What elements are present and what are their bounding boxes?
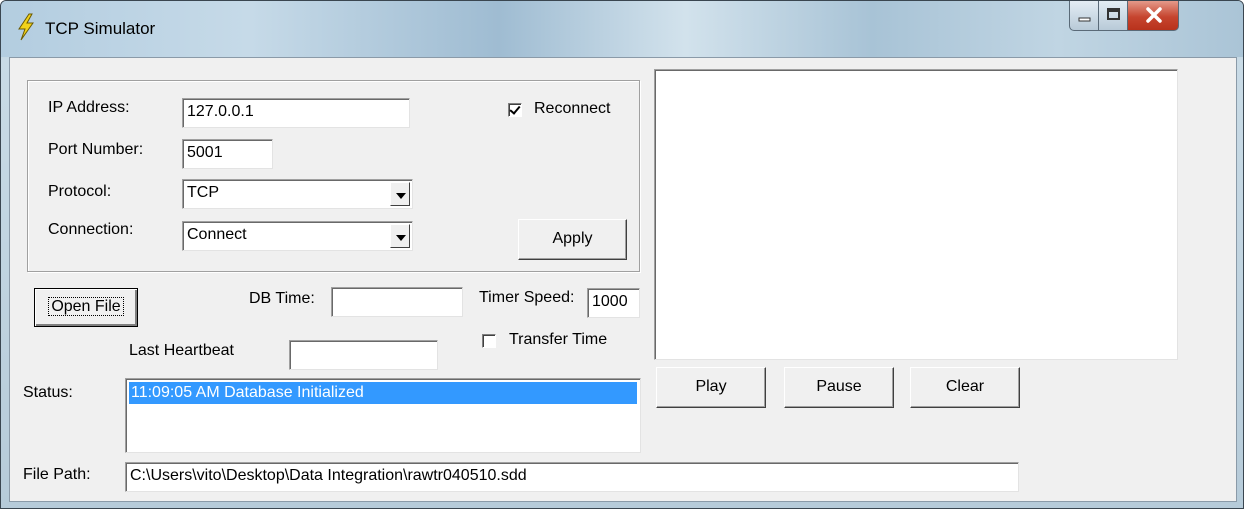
maximize-icon: [1107, 8, 1120, 20]
close-button[interactable]: [1127, 1, 1179, 31]
minimize-button[interactable]: [1069, 1, 1099, 31]
lightning-icon: [18, 13, 34, 41]
chevron-down-icon[interactable]: [390, 224, 410, 248]
last-heartbeat-label: Last Heartbeat: [129, 342, 234, 359]
status-list[interactable]: 11:09:05 AM Database Initialized: [125, 378, 641, 453]
output-panel[interactable]: [654, 69, 1178, 360]
connection-label: Connection:: [48, 221, 134, 238]
protocol-label: Protocol:: [48, 183, 112, 200]
ip-address-label: IP Address:: [48, 99, 130, 116]
protocol-select[interactable]: TCP: [182, 179, 413, 209]
apply-button[interactable]: Apply: [518, 219, 627, 260]
app-window: TCP Simulator IP Address: 127.0.0.1 Port…: [0, 0, 1244, 509]
ip-address-input[interactable]: 127.0.0.1: [182, 98, 410, 128]
reconnect-label: Reconnect: [534, 100, 611, 117]
pause-button[interactable]: Pause: [784, 367, 894, 408]
timer-speed-input[interactable]: 1000: [587, 288, 640, 318]
title-bar[interactable]: TCP Simulator: [1, 1, 1243, 57]
port-number-label: Port Number:: [48, 141, 144, 158]
status-label: Status:: [23, 384, 73, 401]
connection-value: Connect: [187, 226, 247, 243]
list-item[interactable]: 11:09:05 AM Database Initialized: [129, 382, 637, 404]
chevron-down-icon[interactable]: [390, 182, 410, 206]
db-time-input[interactable]: [331, 287, 463, 317]
maximize-button[interactable]: [1098, 1, 1128, 31]
clear-button[interactable]: Clear: [910, 367, 1020, 408]
open-file-label: Open File: [48, 297, 124, 316]
last-heartbeat-input[interactable]: [289, 340, 438, 370]
minimize-icon: [1078, 17, 1091, 22]
open-file-button[interactable]: Open File: [34, 288, 138, 327]
db-time-label: DB Time:: [249, 290, 315, 307]
transfer-time-checkbox[interactable]: [482, 334, 496, 348]
transfer-time-label: Transfer Time: [509, 331, 608, 348]
timer-speed-label: Timer Speed:: [479, 289, 575, 306]
file-path-input[interactable]: C:\Users\vito\Desktop\Data Integration\r…: [125, 462, 1019, 492]
reconnect-checkbox[interactable]: [508, 103, 522, 117]
connection-select[interactable]: Connect: [182, 221, 413, 251]
file-path-label: File Path:: [23, 466, 91, 483]
close-icon: [1146, 7, 1162, 23]
protocol-value: TCP: [187, 184, 219, 201]
play-button[interactable]: Play: [656, 367, 766, 408]
port-number-input[interactable]: 5001: [182, 139, 273, 169]
window-title: TCP Simulator: [45, 19, 156, 38]
